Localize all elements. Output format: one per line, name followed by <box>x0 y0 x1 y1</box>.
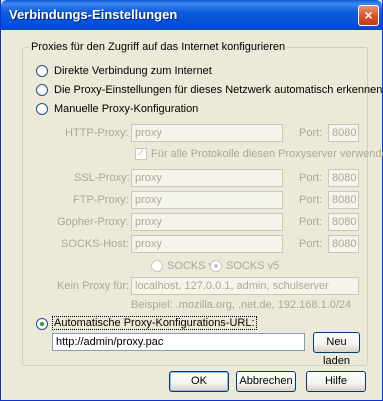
title-bar[interactable]: Verbindungs-Einstellungen × <box>1 0 382 30</box>
ftp-port-label: Port: <box>299 194 323 206</box>
socks-host-label: SOCKS-Host: <box>61 238 129 250</box>
cancel-button[interactable]: Abbrechen <box>236 371 296 392</box>
radio-manual-label[interactable]: Manuelle Proxy-Konfiguration <box>54 103 198 115</box>
radio-socks-v4[interactable] <box>151 260 163 272</box>
help-button[interactable]: Hilfe <box>306 371 366 392</box>
gopher-proxy-label: Gopher-Proxy: <box>57 216 129 228</box>
radio-auto-url-label[interactable]: Automatische Proxy-Konfigurations-URL: <box>52 316 257 330</box>
ftp-proxy-input[interactable]: proxy <box>131 191 283 209</box>
close-button[interactable]: × <box>358 5 379 26</box>
share-all-label[interactable]: Für alle Protokolle diesen Proxyserver v… <box>151 148 383 160</box>
radio-manual[interactable] <box>36 103 48 115</box>
radio-auto-url[interactable] <box>36 318 48 330</box>
dialog-window: Verbindungs-Einstellungen × Proxies für … <box>0 0 383 401</box>
http-proxy-input[interactable]: proxy <box>131 124 283 142</box>
socks-port-input[interactable]: 8080 <box>328 235 359 253</box>
gopher-proxy-input[interactable]: proxy <box>131 213 283 231</box>
gopher-port-input[interactable]: 8080 <box>328 213 359 231</box>
group-legend: Proxies für den Zugriff auf das Internet… <box>29 41 288 53</box>
ssl-proxy-label: SSL-Proxy: <box>74 172 130 184</box>
radio-autodetect[interactable] <box>36 84 48 96</box>
reload-button[interactable]: Neu laden <box>313 332 360 367</box>
http-proxy-label: HTTP-Proxy: <box>65 127 129 139</box>
share-all-checkbox[interactable]: ✓ <box>135 148 147 160</box>
radio-direct-label[interactable]: Direkte Verbindung zum Internet <box>54 65 212 77</box>
http-port-label: Port: <box>299 127 323 139</box>
radio-socks-v5[interactable] <box>210 260 222 272</box>
ssl-proxy-input[interactable]: proxy <box>131 169 283 187</box>
http-port-input[interactable]: 8080 <box>328 124 359 142</box>
radio-direct[interactable] <box>36 65 48 77</box>
ftp-port-input[interactable]: 8080 <box>328 191 359 209</box>
ssl-port-label: Port: <box>299 172 323 184</box>
ok-button[interactable]: OK <box>169 371 229 392</box>
auto-url-input[interactable]: http://admin/proxy.pac <box>52 333 305 351</box>
ftp-proxy-label: FTP-Proxy: <box>73 194 129 206</box>
window-title: Verbindungs-Einstellungen <box>9 7 178 22</box>
socks-v5-label[interactable]: SOCKS v5 <box>226 260 279 272</box>
ssl-port-input[interactable]: 8080 <box>328 169 359 187</box>
no-proxy-example: Beispiel: .mozilla.org, .net.de, 192.168… <box>131 299 352 311</box>
socks-port-label: Port: <box>299 238 323 250</box>
gopher-port-label: Port: <box>299 216 323 228</box>
no-proxy-label: Kein Proxy für: <box>57 280 130 292</box>
radio-autodetect-label[interactable]: Die Proxy-Einstellungen für dieses Netzw… <box>54 84 382 96</box>
no-proxy-input[interactable]: localhost, 127.0.0.1, admin, schulserver <box>131 277 359 295</box>
socks-host-input[interactable]: proxy <box>131 235 283 253</box>
